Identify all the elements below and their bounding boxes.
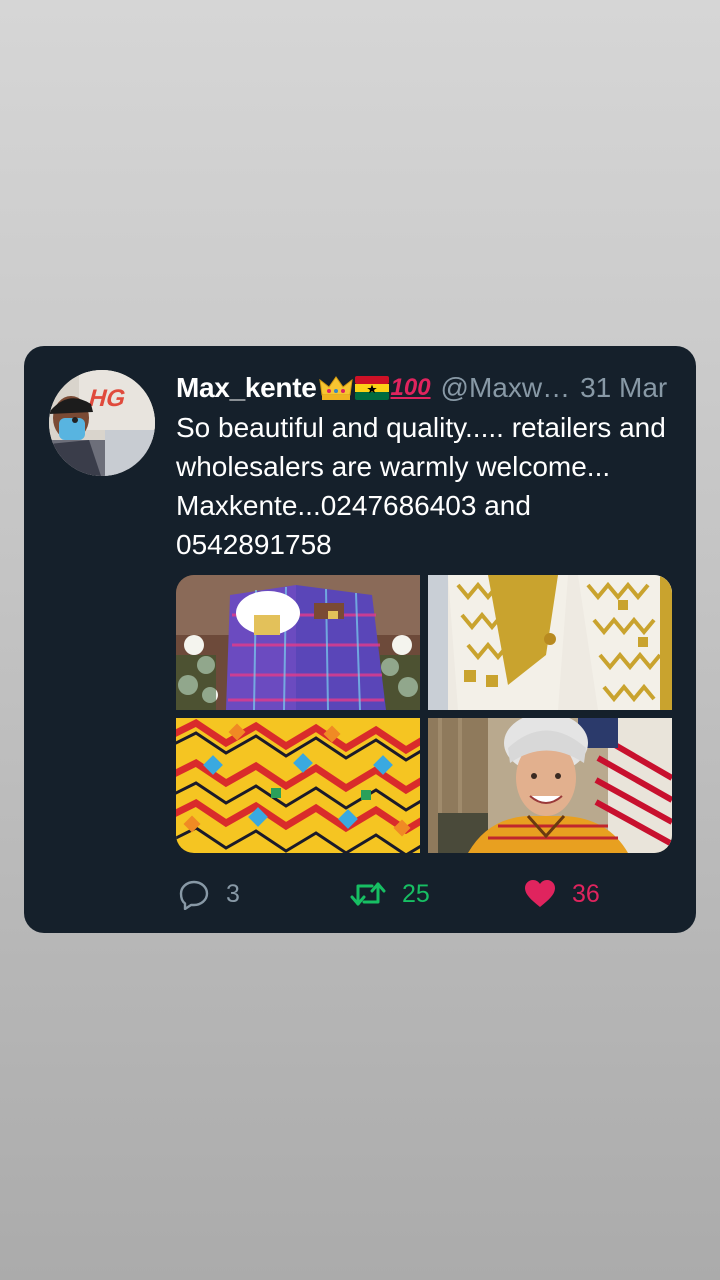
crown-icon: [318, 376, 353, 400]
media-photo-gold-kente[interactable]: [428, 575, 672, 710]
like-button[interactable]: 36: [524, 874, 600, 914]
author-badges: 100: [318, 374, 431, 402]
tweet-text: So beautiful and quality..... retailers …: [176, 412, 666, 560]
heart-icon: [525, 880, 555, 907]
svg-text:HG: HG: [86, 385, 129, 412]
tweet-header: Max_kente 100 @Maxw… 31 Mar: [176, 368, 672, 408]
avatar[interactable]: HG: [49, 370, 155, 476]
media-photo-woman[interactable]: [428, 718, 672, 853]
author-display-name[interactable]: Max_kente: [176, 372, 317, 404]
media-photo-colorful-kente[interactable]: [176, 718, 420, 853]
reply-icon: [179, 880, 209, 910]
retweet-button[interactable]: 25: [350, 874, 430, 914]
media-grid: [176, 575, 672, 853]
tweet-actions: 3 25 36: [176, 874, 676, 914]
media-photo-couple[interactable]: [176, 575, 420, 710]
hundred-points-icon: 100: [390, 374, 431, 401]
retweet-count: 25: [402, 879, 430, 908]
retweet-icon: [350, 882, 386, 906]
tweet-card[interactable]: HG Max_kente 100 @Maxw… 31 Mar So beauti…: [24, 346, 696, 933]
like-count: 36: [572, 879, 600, 908]
author-handle[interactable]: @Maxw…: [441, 372, 571, 404]
tweet-date[interactable]: 31 Mar: [580, 372, 667, 404]
reply-button[interactable]: 3: [178, 874, 240, 914]
reply-count: 3: [226, 879, 240, 908]
ghana-flag-icon: [354, 376, 389, 400]
